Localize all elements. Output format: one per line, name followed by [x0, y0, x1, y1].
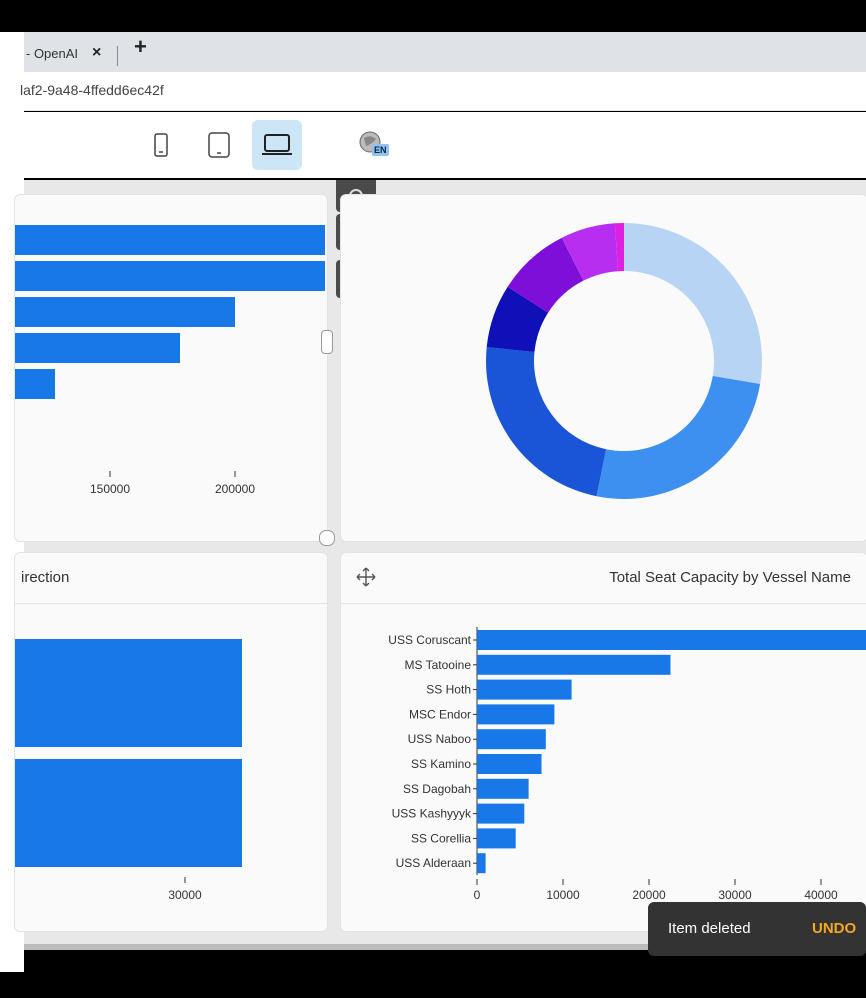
bar: [477, 679, 572, 700]
x-tick-label: 10000: [546, 888, 580, 902]
bar: [477, 630, 866, 650]
category-label: USS Naboo: [408, 732, 472, 746]
x-tick-label: 30000: [168, 888, 202, 902]
category-label: USS Coruscant: [388, 633, 471, 647]
bar: [15, 333, 180, 363]
vessel-seat-capacity-chart: USS Coruscant MS Tatooine SS Hoth MSC Endor…: [388, 627, 866, 902]
bar: [477, 828, 516, 849]
bar: [477, 803, 525, 824]
tablet-icon: [208, 132, 230, 158]
bar: [477, 729, 546, 750]
snackbar: Item deleted UNDO: [648, 902, 866, 956]
bottom-left-chart-panel[interactable]: irection 30000: [14, 552, 328, 932]
category-label: SS Kamino: [411, 757, 471, 771]
donut-chart: [486, 223, 762, 499]
tab-title: - OpenAI: [26, 45, 79, 61]
browser-tab[interactable]: - OpenAI ×: [24, 38, 134, 68]
donut-slice: [624, 223, 762, 384]
top-left-bar-chart: 150000 200000: [15, 225, 325, 496]
laptop-icon: [262, 134, 292, 155]
bar: [477, 754, 542, 774]
bar: [477, 654, 671, 675]
bottom-left-bar-chart: 30000: [15, 639, 242, 902]
bottom-right-chart-panel[interactable]: Total Seat Capacity by Vessel Name USS C…: [340, 552, 866, 932]
close-tab-icon[interactable]: ×: [92, 44, 101, 62]
bar: [477, 853, 486, 874]
dashboard-canvas: 150000 200000 irection 30000 Total Seat C…: [14, 180, 866, 950]
x-tick-label: 30000: [718, 888, 752, 902]
donut-slice: [596, 375, 761, 499]
x-tick-label: 20000: [632, 888, 666, 902]
resize-handle[interactable]: [321, 330, 333, 354]
language-switcher[interactable]: EN: [358, 130, 394, 160]
category-label: SS Corellia: [411, 831, 471, 845]
corner-resize-handle[interactable]: [319, 530, 335, 546]
snackbar-message: Item deleted: [668, 920, 751, 937]
laptop-view-button[interactable]: [252, 120, 302, 170]
mobile-icon: [154, 133, 168, 157]
address-bar[interactable]: laf2-9a48-4ffedd6ec42f: [20, 72, 866, 111]
category-label: MSC Endor: [409, 707, 471, 721]
x-tick-label: 40000: [804, 888, 838, 902]
bar: [15, 261, 325, 291]
category-label: USS Kashyyyk: [392, 807, 472, 821]
category-label: SS Hoth: [426, 683, 471, 697]
top-right-chart-panel[interactable]: [340, 194, 866, 542]
builder-toolbar: EN: [24, 112, 866, 178]
tab-separator: [117, 46, 118, 66]
tab-strip: - OpenAI × +: [24, 32, 866, 72]
url-text: laf2-9a48-4ffedd6ec42f: [20, 82, 164, 98]
top-left-chart-panel[interactable]: 150000 200000: [14, 194, 328, 542]
x-tick-label: 150000: [90, 482, 130, 496]
tablet-view-button[interactable]: [194, 120, 244, 170]
donut-slice: [486, 347, 607, 497]
category-label: MS Tatooine: [405, 658, 472, 672]
bar: [15, 639, 242, 747]
undo-button[interactable]: UNDO: [812, 920, 856, 937]
bar: [477, 778, 529, 799]
mobile-view-button[interactable]: [136, 120, 186, 170]
bar: [15, 225, 325, 255]
bar: [477, 704, 555, 725]
category-label: SS Dagobah: [403, 782, 471, 796]
bar: [15, 759, 242, 867]
bar: [15, 297, 235, 327]
category-label: USS Alderaan: [396, 856, 471, 870]
x-tick-label: 0: [474, 888, 481, 902]
screen-bottom-border: [0, 972, 866, 998]
bar: [15, 369, 55, 399]
screen-top-border: [0, 0, 866, 32]
x-tick-label: 200000: [215, 482, 255, 496]
new-tab-button[interactable]: +: [134, 34, 147, 60]
language-badge: EN: [372, 144, 389, 156]
